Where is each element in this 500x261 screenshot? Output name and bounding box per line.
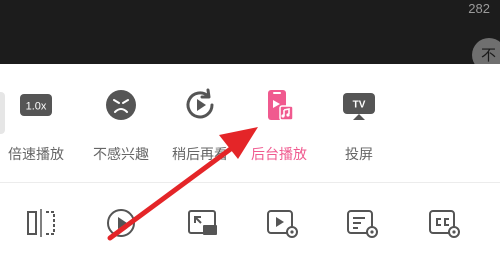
watch-later-icon [186, 88, 214, 119]
dislike-face-icon [106, 90, 136, 120]
background-play-action[interactable]: 后台播放 [234, 78, 324, 168]
video-settings-icon[interactable] [265, 206, 299, 240]
count-text: 282 [468, 1, 490, 16]
tv-badge-text: TV [353, 100, 366, 111]
mirror-icon[interactable] [24, 206, 58, 240]
background-play-icon [268, 90, 294, 121]
divider [0, 182, 500, 183]
action-row: 1.0x 倍速播放 不感兴趣 稍后再看 后台播放 TV 投屏 [0, 78, 500, 178]
list-settings-icon[interactable] [345, 206, 379, 240]
not-interested-label: 不感兴趣 [93, 147, 149, 163]
speed-badge-icon: 1.0x [20, 94, 52, 116]
cast-action[interactable]: TV 投屏 [314, 78, 404, 168]
play-circle-icon[interactable] [104, 206, 138, 240]
not-interested-action[interactable]: 不感兴趣 [76, 78, 166, 168]
tool-row [0, 196, 500, 256]
pip-icon[interactable] [186, 206, 220, 240]
cast-label: 投屏 [345, 147, 373, 163]
watch-later-label: 稍后再看 [172, 147, 228, 163]
watch-later-action[interactable]: 稍后再看 [155, 78, 245, 168]
video-top-bar: 282 不 [0, 0, 500, 72]
speed-action[interactable]: 1.0x 倍速播放 [0, 78, 81, 168]
tv-cast-icon: TV [343, 93, 375, 120]
background-play-label: 后台播放 [251, 147, 307, 163]
speed-label: 倍速播放 [8, 147, 64, 163]
caption-settings-icon[interactable] [427, 206, 461, 240]
speed-badge-text: 1.0x [26, 101, 47, 113]
